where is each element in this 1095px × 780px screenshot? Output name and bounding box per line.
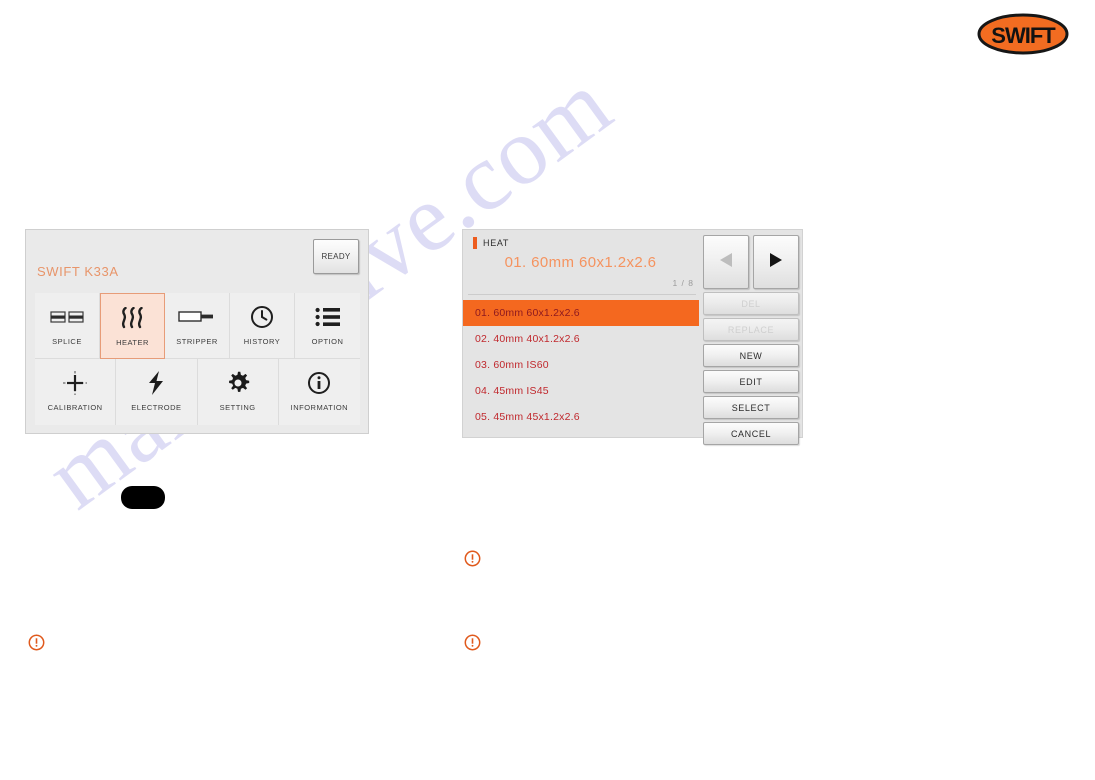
- menu-item-label: STRIPPER: [176, 337, 218, 346]
- delete-button[interactable]: DEL: [703, 292, 799, 315]
- list-icon: [315, 302, 341, 332]
- menu-item-splice[interactable]: SPLICE: [35, 293, 100, 359]
- prev-page-button[interactable]: [703, 235, 749, 289]
- lightning-icon: [146, 368, 166, 398]
- swift-logo: SWIFT: [977, 12, 1069, 56]
- menu-row-2: CALIBRATION ELECTRODE SETTING INFORMATIO…: [35, 359, 360, 425]
- menu-grid: SPLICE HEATER STRIPPER HISTORY OPTION CA…: [35, 293, 360, 425]
- current-heat-profile: 01. 60mm 60x1.2x2.6: [504, 254, 657, 271]
- main-menu-panel: SWIFT K33A READY SPLICE HEATER STRIPPER …: [25, 229, 369, 434]
- menu-item-heater[interactable]: HEATER: [100, 293, 165, 359]
- menu-item-option[interactable]: OPTION: [295, 293, 360, 359]
- cancel-button[interactable]: CANCEL: [703, 422, 799, 445]
- triangle-left-icon: [718, 251, 734, 274]
- menu-item-history[interactable]: HISTORY: [230, 293, 295, 359]
- heat-section-tag: HEAT: [473, 237, 509, 249]
- edit-button[interactable]: EDIT: [703, 370, 799, 393]
- heat-menu-panel: HEAT 01. 60mm 60x1.2x2.6 1 / 8 01. 60mm …: [462, 229, 803, 445]
- menu-item-electrode[interactable]: ELECTRODE: [116, 359, 198, 425]
- tag-bar-icon: [473, 237, 477, 249]
- replace-button[interactable]: REPLACE: [703, 318, 799, 341]
- menu-item-label: OPTION: [311, 337, 344, 346]
- menu-item-calibration[interactable]: CALIBRATION: [35, 359, 117, 425]
- ready-status-button[interactable]: READY: [313, 239, 359, 274]
- menu-item-label: HEATER: [116, 338, 149, 347]
- list-item[interactable]: 04. 45mm IS45: [463, 378, 699, 404]
- menu-item-label: INFORMATION: [290, 403, 349, 412]
- splice-icon: [50, 302, 84, 332]
- next-page-button[interactable]: [753, 235, 799, 289]
- menu-header: SWIFT K33A READY: [26, 230, 368, 292]
- stripper-icon: [178, 302, 216, 332]
- menu-item-label: HISTORY: [243, 337, 281, 346]
- list-item[interactable]: 01. 60mm 60x1.2x2.6: [463, 300, 699, 326]
- warning-icon: [28, 634, 45, 651]
- heater-icon: [118, 303, 148, 333]
- list-item[interactable]: 02. 40mm 40x1.2x2.6: [463, 326, 699, 352]
- triangle-right-icon: [768, 251, 784, 274]
- new-button[interactable]: NEW: [703, 344, 799, 367]
- menu-item-label: CALIBRATION: [47, 403, 103, 412]
- menu-item-label: SETTING: [219, 403, 256, 412]
- menu-item-setting[interactable]: SETTING: [197, 359, 279, 425]
- heat-tag-label: HEAT: [483, 238, 510, 248]
- redacted-block: [121, 486, 165, 509]
- warning-icon: [464, 634, 481, 651]
- list-item[interactable]: 03. 60mm IS60: [463, 352, 699, 378]
- page-indicator: 1 / 8: [672, 278, 694, 288]
- clock-icon: [250, 302, 274, 332]
- crosshair-icon: [60, 368, 90, 398]
- menu-item-information[interactable]: INFORMATION: [278, 359, 360, 425]
- menu-item-label: ELECTRODE: [131, 403, 182, 412]
- heat-profile-list: 01. 60mm 60x1.2x2.6 02. 40mm 40x1.2x2.6 …: [463, 300, 699, 430]
- info-icon: [307, 368, 331, 398]
- heat-control-column: DEL REPLACE NEW EDIT SELECT CANCEL: [703, 235, 799, 445]
- select-button[interactable]: SELECT: [703, 396, 799, 419]
- device-model-title: SWIFT K33A: [37, 264, 119, 279]
- warning-icon: [464, 550, 481, 567]
- list-item[interactable]: 05. 45mm 45x1.2x2.6: [463, 404, 699, 430]
- gear-icon: [226, 368, 250, 398]
- nav-button-row: [703, 235, 799, 289]
- menu-item-label: SPLICE: [52, 337, 82, 346]
- svg-text:SWIFT: SWIFT: [991, 23, 1056, 48]
- menu-row-1: SPLICE HEATER STRIPPER HISTORY OPTION: [35, 293, 360, 359]
- divider: [468, 294, 696, 295]
- menu-item-stripper[interactable]: STRIPPER: [165, 293, 230, 359]
